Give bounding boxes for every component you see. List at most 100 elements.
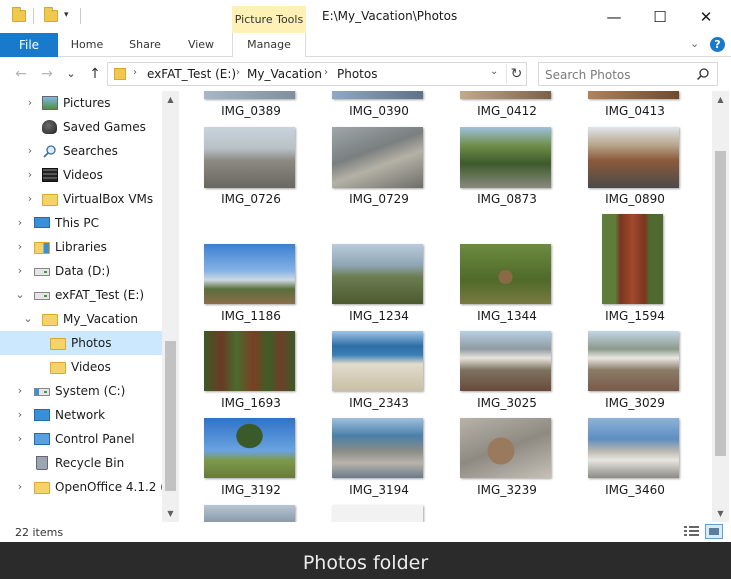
chevron-right-icon[interactable]: › <box>14 379 26 403</box>
file-tile[interactable]: IMG_0726 <box>196 127 306 211</box>
breadcrumb-item-my-vacation[interactable]: My_Vacation <box>247 67 322 81</box>
tab-manage[interactable]: Manage <box>232 33 306 57</box>
nav-item-virtualbox-vms[interactable]: › VirtualBox VMs <box>0 187 162 211</box>
scrollbar-thumb[interactable] <box>715 151 726 456</box>
help-icon[interactable]: ? <box>710 37 725 52</box>
back-button[interactable]: ← <box>12 65 30 83</box>
nav-item-this-pc[interactable]: › This PC <box>0 211 162 235</box>
nav-label: VirtualBox VMs <box>63 192 154 206</box>
address-bar[interactable]: › exFAT_Test (E:) › My_Vacation › Photos… <box>107 62 527 86</box>
recent-locations-button[interactable]: ⌄ <box>62 65 80 83</box>
file-tile[interactable]: IMG_1186 <box>196 214 306 324</box>
nav-item-searches[interactable]: › Searches <box>0 139 162 163</box>
content-scrollbar[interactable]: ▲ ▼ <box>712 91 729 522</box>
breadcrumb-separator[interactable]: › <box>324 67 328 78</box>
chevron-right-icon[interactable]: › <box>14 211 26 235</box>
scroll-down-icon[interactable]: ▼ <box>162 505 179 522</box>
file-tile[interactable]: IMG_0873 <box>452 127 562 211</box>
file-tile[interactable]: IMG_1594 <box>580 214 690 324</box>
nav-item-photos[interactable]: Photos <box>0 331 162 355</box>
file-tile[interactable]: IMG_3192 <box>196 417 306 501</box>
file-tile[interactable]: IMG_1344 <box>452 214 562 324</box>
file-tile[interactable]: IMG_0389 <box>196 91 306 121</box>
file-tile[interactable]: IMG_0390 <box>324 91 434 121</box>
large-icons-view-icon[interactable] <box>705 524 723 539</box>
photo-thumbnail <box>460 91 551 99</box>
nav-item-network[interactable]: › Network <box>0 403 162 427</box>
tab-home[interactable]: Home <box>64 33 110 57</box>
photo-thumbnail[interactable] <box>204 505 295 522</box>
new-folder-icon[interactable] <box>44 7 58 22</box>
caption: Photos folder <box>302 552 429 574</box>
file-tile[interactable]: IMG_3194 <box>324 417 434 501</box>
maximize-button[interactable]: ☐ <box>637 0 683 33</box>
file-tile[interactable]: IMG_0890 <box>580 127 690 211</box>
chevron-right-icon[interactable]: › <box>24 187 36 211</box>
search-box[interactable] <box>538 62 718 86</box>
nav-item-exfat-test-e[interactable]: ⌄ exFAT_Test (E:) <box>0 283 162 307</box>
address-dropdown-icon[interactable]: ⌄ <box>490 66 498 77</box>
file-name: IMG_3460 <box>605 483 665 497</box>
breadcrumb-item-photos[interactable]: Photos <box>337 67 377 81</box>
file-tile[interactable]: IMG_0729 <box>324 127 434 211</box>
breadcrumb-item-drive[interactable]: exFAT_Test (E:) <box>147 67 236 81</box>
expand-ribbon-icon[interactable]: ⌄ <box>690 37 699 50</box>
chevron-right-icon[interactable]: › <box>14 235 26 259</box>
chevron-right-icon[interactable]: › <box>24 91 36 115</box>
divider <box>80 8 81 24</box>
nav-item-data-d[interactable]: › Data (D:) <box>0 259 162 283</box>
photo-thumbnail[interactable] <box>332 505 423 522</box>
photo-thumbnail <box>460 331 551 391</box>
tab-view[interactable]: View <box>178 33 224 57</box>
file-tile[interactable]: IMG_0412 <box>452 91 562 121</box>
nav-item-control-panel[interactable]: › Control Panel <box>0 427 162 451</box>
search-icon[interactable] <box>696 67 710 81</box>
breadcrumb-separator[interactable]: › <box>133 67 137 78</box>
up-button[interactable]: ↑ <box>86 65 104 83</box>
nav-item-videos-folder[interactable]: Videos <box>0 355 162 379</box>
nav-item-my-vacation[interactable]: ⌄ My_Vacation <box>0 307 162 331</box>
nav-item-system-c[interactable]: › System (C:) <box>0 379 162 403</box>
customize-toolbar-icon[interactable]: ▾ <box>64 10 69 20</box>
file-tile[interactable]: IMG_1693 <box>196 330 306 414</box>
scroll-up-icon[interactable]: ▲ <box>712 91 729 108</box>
nav-item-openoffice[interactable]: › OpenOffice 4.1.2 (en <box>0 475 180 499</box>
minimize-button[interactable]: — <box>591 0 637 33</box>
nav-item-libraries[interactable]: › Libraries <box>0 235 162 259</box>
file-tile[interactable]: IMG_3460 <box>580 417 690 501</box>
details-view-icon[interactable] <box>684 525 699 538</box>
tab-share[interactable]: Share <box>122 33 168 57</box>
nav-item-pictures[interactable]: › Pictures <box>0 91 162 115</box>
chevron-right-icon[interactable]: › <box>14 475 26 499</box>
chevron-down-icon[interactable]: ⌄ <box>14 283 26 307</box>
file-tile[interactable]: IMG_0413 <box>580 91 690 121</box>
refresh-button[interactable]: ↻ <box>506 64 526 84</box>
chevron-right-icon[interactable]: › <box>14 427 26 451</box>
file-tile[interactable]: IMG_3029 <box>580 330 690 414</box>
photo-thumbnail <box>204 331 295 391</box>
file-tile[interactable]: IMG_1234 <box>324 214 434 324</box>
forward-button[interactable]: → <box>38 65 56 83</box>
search-input[interactable] <box>545 66 685 83</box>
chevron-right-icon[interactable]: › <box>14 259 26 283</box>
quick-access-folder-icon[interactable] <box>12 7 26 22</box>
chevron-down-icon[interactable]: ⌄ <box>22 307 34 331</box>
file-tile[interactable]: IMG_3239 <box>452 417 562 501</box>
file-tile[interactable]: IMG_2343 <box>324 330 434 414</box>
chevron-right-icon[interactable]: › <box>24 139 36 163</box>
chevron-right-icon[interactable]: › <box>14 403 26 427</box>
scroll-down-icon[interactable]: ▼ <box>712 505 729 522</box>
nav-item-saved-games[interactable]: Saved Games <box>0 115 162 139</box>
tab-file[interactable]: File <box>0 33 58 57</box>
drive-icon <box>34 268 50 276</box>
breadcrumb-separator[interactable]: › <box>236 67 240 78</box>
file-tile[interactable]: IMG_3025 <box>452 330 562 414</box>
nav-item-videos-user[interactable]: › Videos <box>0 163 162 187</box>
close-button[interactable]: ✕ <box>683 0 729 33</box>
nav-pane-scrollbar[interactable]: ▲ ▼ <box>162 91 179 522</box>
scroll-up-icon[interactable]: ▲ <box>162 91 179 108</box>
nav-item-recycle-bin[interactable]: Recycle Bin <box>0 451 162 475</box>
scrollbar-thumb[interactable] <box>165 341 176 491</box>
chevron-right-icon[interactable]: › <box>24 163 36 187</box>
navigation-pane: › Pictures Saved Games › Searches › Vide… <box>0 91 180 522</box>
